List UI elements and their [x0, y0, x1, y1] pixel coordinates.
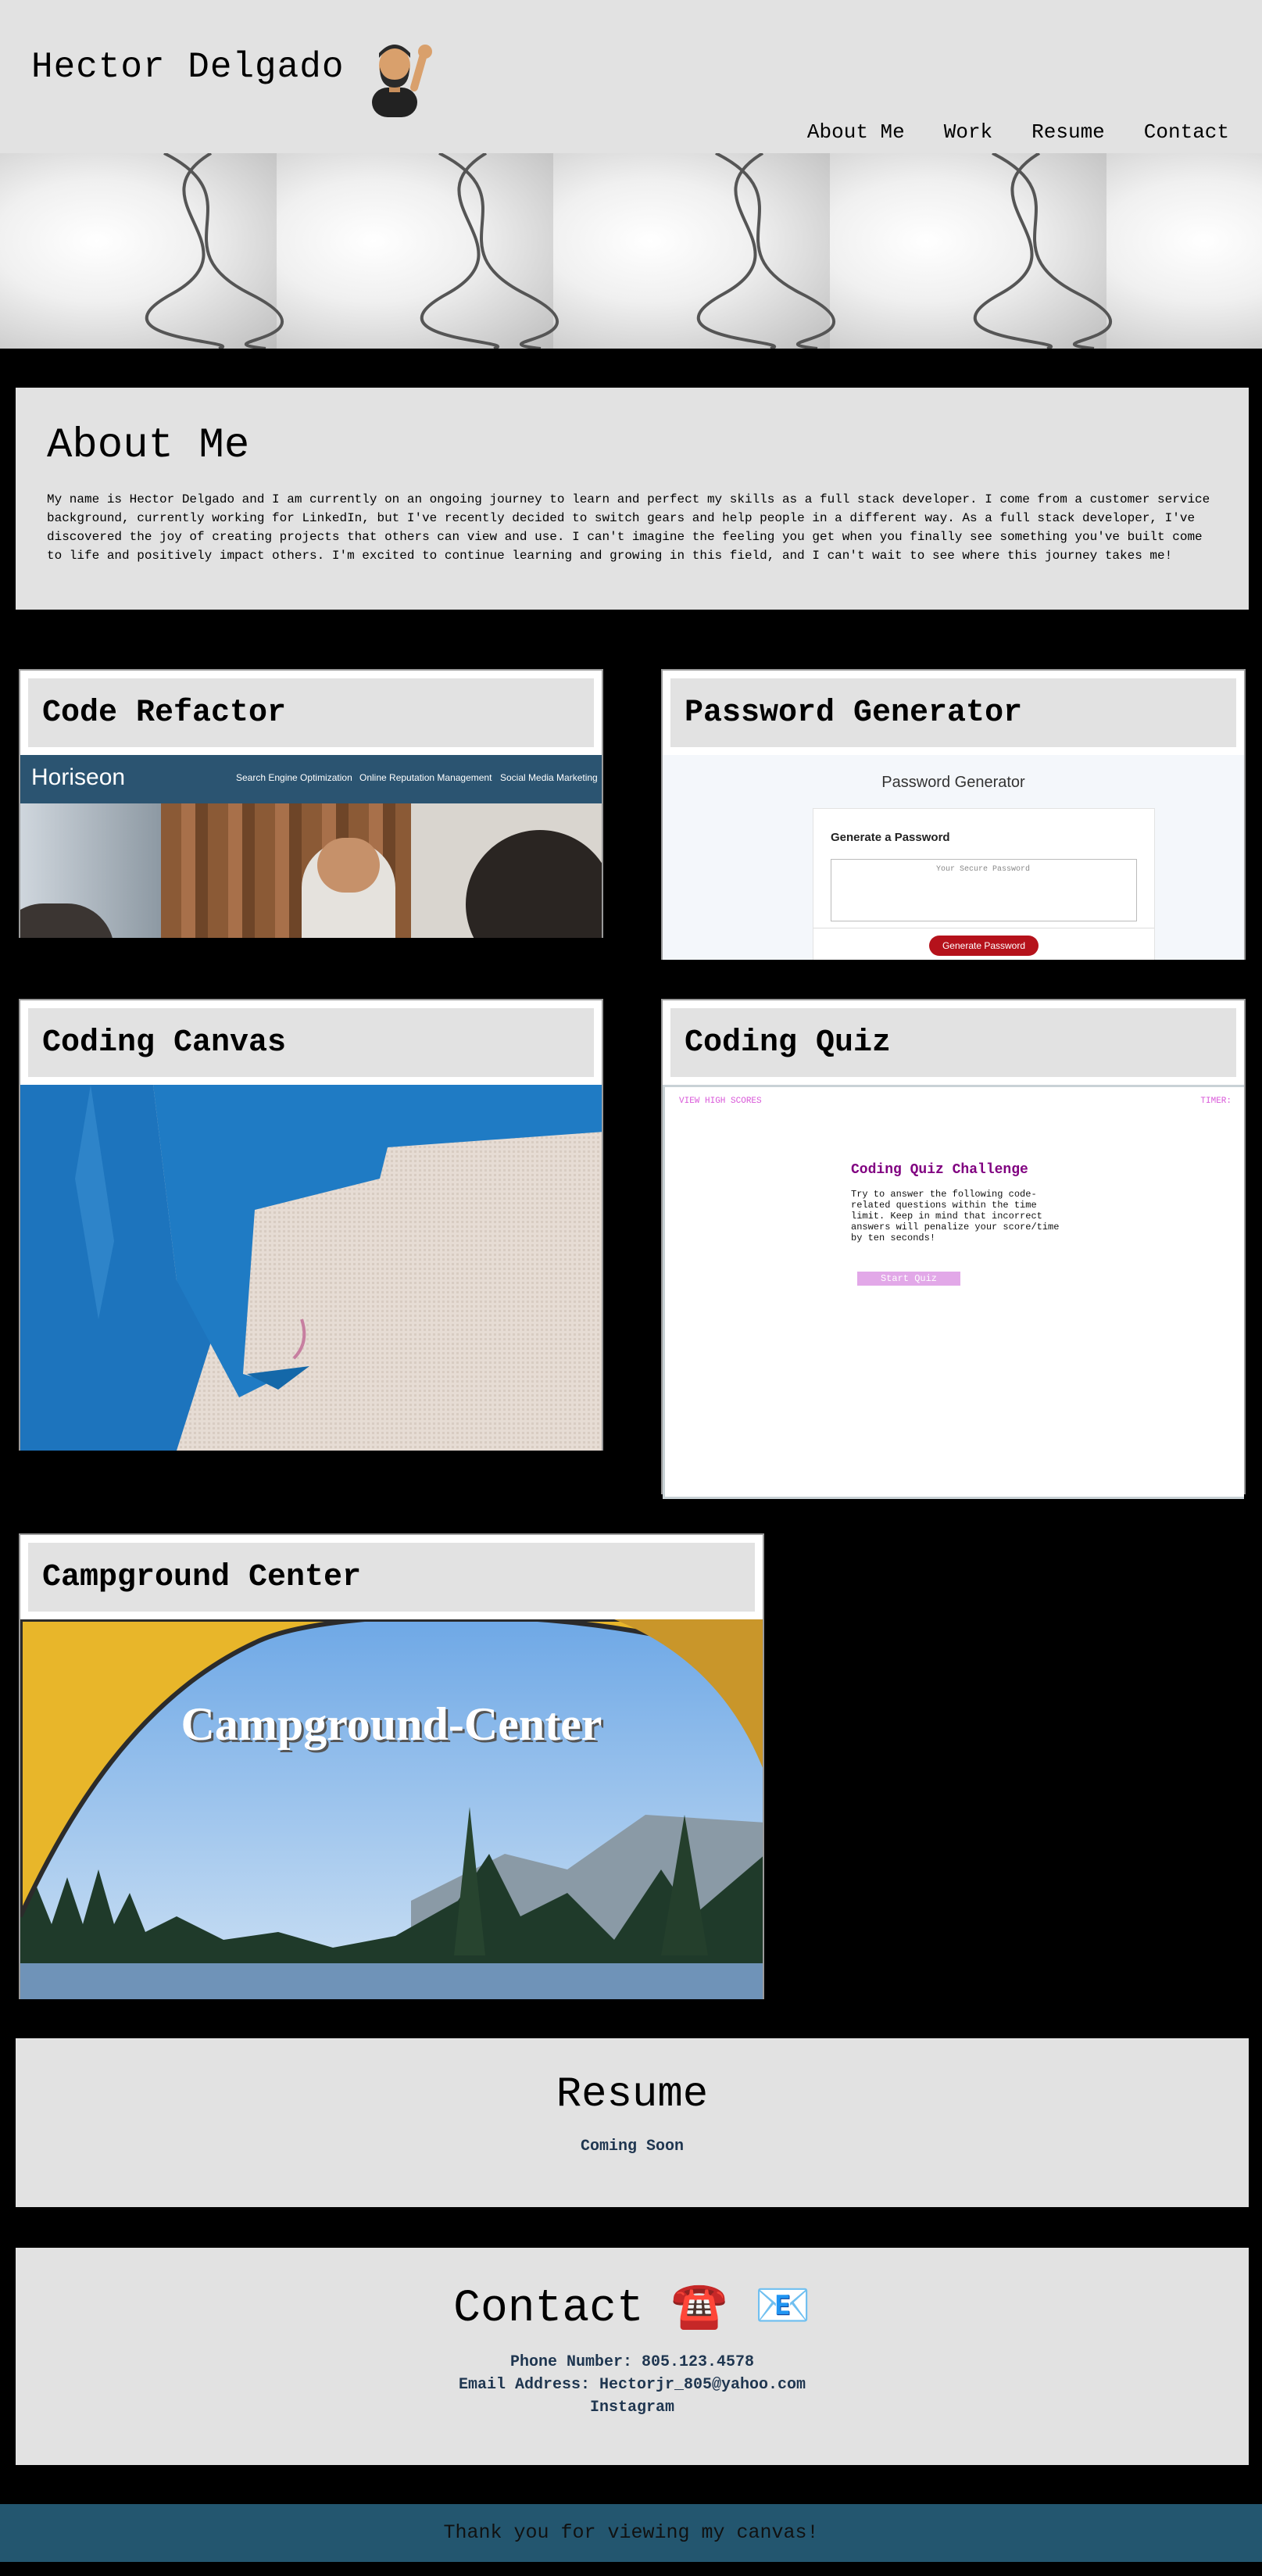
code-refactor-preview-image: Horiseon Search Engine Optimization Onli…	[20, 755, 602, 938]
resume-section: Resume Coming Soon	[16, 2038, 1249, 2207]
nav-work[interactable]: Work	[944, 120, 992, 144]
main-nav: About Me Work Resume Contact	[807, 120, 1229, 144]
nav-resume[interactable]: Resume	[1031, 120, 1105, 144]
preview-quiz-heading: Coding Quiz Challenge	[851, 1162, 1028, 1178]
developer-avatar-icon	[361, 39, 436, 117]
contact-email[interactable]: Email Address: Hectorjr_805@yahoo.com	[16, 2376, 1249, 2394]
contact-heading: Contact ☎️ 📧	[16, 2248, 1249, 2334]
about-section: About Me My name is Hector Delgado and I…	[16, 388, 1249, 610]
preview-nav-item: Search Engine Optimization	[236, 772, 352, 783]
telephone-icon: ☎️	[670, 2284, 728, 2334]
project-title: Password Generator	[670, 678, 1236, 747]
nav-about-me[interactable]: About Me	[807, 120, 905, 144]
coding-quiz-preview-image: VIEW HIGH SCORES TIMER: Coding Quiz Chal…	[663, 1085, 1244, 1499]
project-title: Coding Canvas	[28, 1008, 594, 1077]
site-title: Hector Delgado	[31, 47, 345, 88]
preview-brand: Horiseon	[31, 764, 126, 790]
project-card-code-refactor[interactable]: Code Refactor Horiseon Search Engine Opt…	[19, 669, 603, 938]
contact-title: Contact	[453, 2284, 644, 2334]
preview-start-button: Start Quiz	[857, 1272, 960, 1286]
site-header: Hector Delgado About Me Work Resume Cont…	[0, 0, 1262, 153]
project-card-password-generator[interactable]: Password Generator Password Generator Ge…	[661, 669, 1246, 960]
about-text: My name is Hector Delgado and I am curre…	[47, 492, 1210, 563]
preview-placeholder: Your Secure Password	[935, 865, 1031, 874]
resume-title: Resume	[556, 2071, 709, 2119]
project-card-coding-quiz[interactable]: Coding Quiz VIEW HIGH SCORES TIMER: Codi…	[661, 999, 1246, 1499]
preview-nav-item: Online Reputation Management	[359, 772, 492, 783]
preview-quiz-text: Try to answer the following code-related…	[851, 1189, 1060, 1243]
resume-status: Coming Soon	[580, 2138, 685, 2156]
hero-banner-image	[0, 153, 1262, 349]
project-title: Code Refactor	[28, 678, 594, 747]
project-title: Campground Center	[28, 1543, 755, 1612]
project-title: Coding Quiz	[670, 1008, 1236, 1077]
about-title: About Me	[47, 422, 250, 470]
preview-heading: Password Generator	[881, 774, 1025, 791]
project-card-campground-center[interactable]: Campground Center Campground-Center	[19, 1533, 764, 1999]
preview-card-title: Generate a Password	[831, 831, 950, 844]
preview-timer: TIMER:	[1200, 1097, 1232, 1106]
campground-center-preview-image: Campground-Center	[20, 1619, 763, 1999]
project-card-coding-canvas[interactable]: Coding Canvas	[19, 999, 603, 1451]
preview-generate-button: Generate Password	[929, 936, 1039, 956]
email-icon: 📧	[754, 2284, 811, 2334]
nav-contact[interactable]: Contact	[1144, 120, 1229, 144]
footer-text: Thank you for viewing my canvas!	[443, 2521, 819, 2544]
contact-section: Contact ☎️ 📧 Phone Number: 805.123.4578 …	[16, 2248, 1249, 2465]
preview-nav-item: Social Media Marketing	[500, 772, 598, 783]
password-generator-preview-image: Password Generator Generate a Password Y…	[663, 755, 1244, 960]
coding-canvas-preview-image	[20, 1085, 602, 1451]
preview-banner-text: Campground-Center	[181, 1698, 602, 1750]
site-footer: Thank you for viewing my canvas!	[0, 2504, 1262, 2562]
preview-high-scores: VIEW HIGH SCORES	[679, 1097, 762, 1106]
contact-phone: Phone Number: 805.123.4578	[509, 2353, 755, 2371]
instagram-link[interactable]: Instagram	[16, 2399, 1249, 2417]
